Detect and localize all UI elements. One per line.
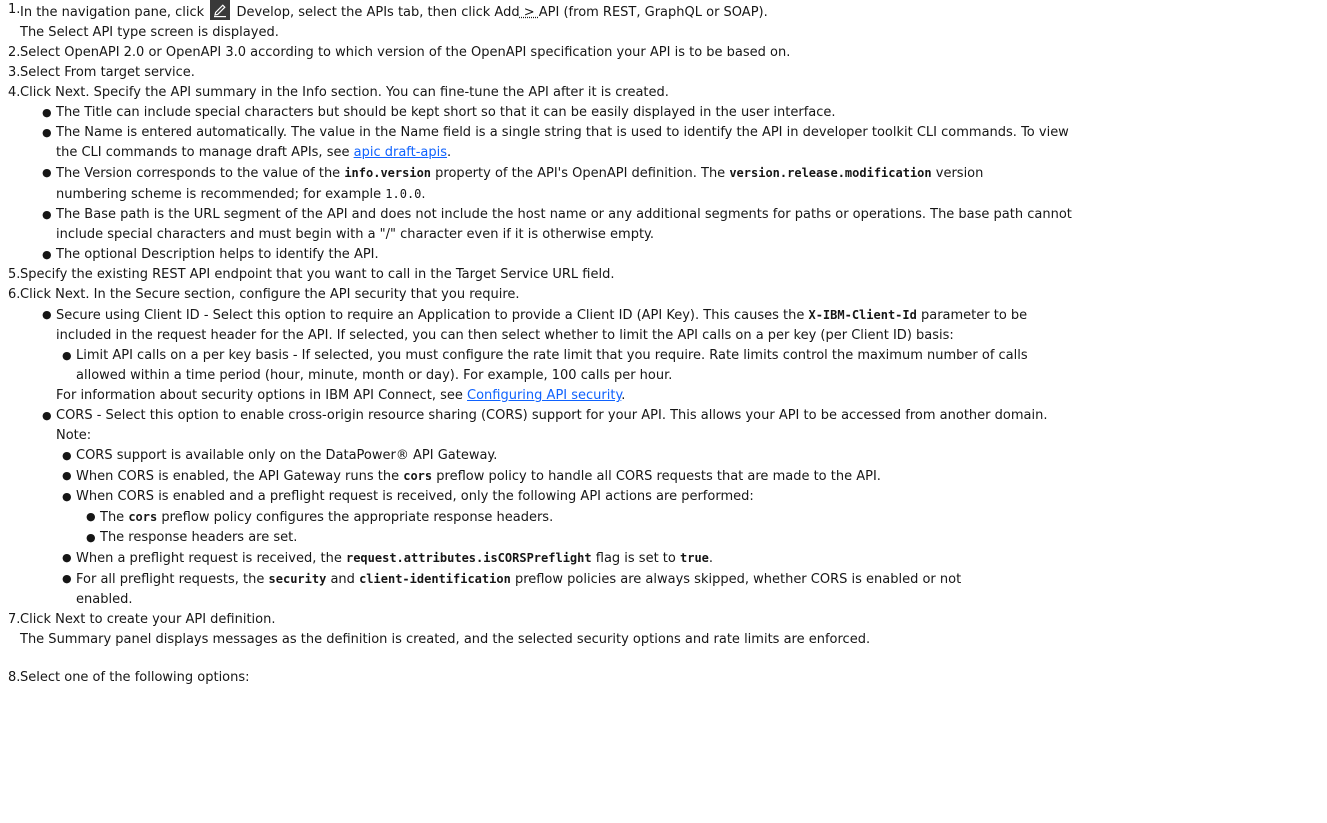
- step-4: 4. Click Next. Specify the API summary i…: [4, 83, 1323, 103]
- security-info-note: For information about security options i…: [56, 388, 626, 403]
- step-7-result: The Summary panel displays messages as t…: [20, 632, 871, 647]
- list-item-cors: ● CORS - Select this option to enable cr…: [42, 408, 1048, 443]
- bullet: ●: [62, 349, 72, 362]
- bullet: ●: [42, 166, 52, 179]
- list-item-base-path: ● The Base path is the URL segment of th…: [42, 207, 1072, 242]
- bullet: ●: [62, 449, 72, 462]
- step-5: 5. Specify the existing REST API endpoin…: [4, 265, 1323, 285]
- list-item-version: ● The Version corresponds to the value o…: [4, 163, 1323, 205]
- step-number: 4.: [8, 85, 21, 100]
- code-security: security: [268, 572, 327, 586]
- bullet: ●: [86, 531, 96, 544]
- step-number: 8.: [8, 670, 21, 685]
- bullet: ●: [42, 126, 52, 139]
- apic-draft-apis-link[interactable]: apic draft-apis: [354, 145, 447, 160]
- step-6: 6. Click Next. In the Secure section, co…: [4, 285, 1323, 305]
- code-true: true: [680, 551, 709, 565]
- bullet: ●: [42, 208, 52, 221]
- list-item-cors-action-1: ● The cors preflow policy configures the…: [4, 507, 1323, 528]
- bullet: ●: [62, 572, 72, 585]
- bullet: ●: [62, 490, 72, 503]
- list-item-client-id: ● Secure using Client ID - Select this o…: [4, 305, 1323, 346]
- step-number: 3.: [8, 65, 21, 80]
- list-item-name: ● The Name is entered automatically. The…: [42, 125, 1069, 160]
- list-item-cors-note-4: ● When a preflight request is received, …: [4, 548, 1323, 569]
- bullet: ●: [86, 510, 96, 523]
- list-item-cors-action-2: ● The response headers are set.: [4, 528, 1323, 548]
- bullet: ●: [42, 106, 52, 119]
- list-item-title: ● The Title can include special characte…: [4, 103, 1323, 123]
- step-3: 3. Select From target service.: [4, 63, 1323, 83]
- step-2: 2. Select OpenAPI 2.0 or OpenAPI 3.0 acc…: [4, 43, 1323, 63]
- code-cors: cors: [403, 469, 433, 483]
- bullet: ●: [42, 248, 52, 261]
- pencil-icon[interactable]: [210, 0, 231, 20]
- list-item-cors-note-3: ● When CORS is enabled and a preflight r…: [4, 487, 1323, 507]
- menu-separator: >: [519, 5, 539, 20]
- configuring-api-security-link[interactable]: Configuring API security: [467, 388, 621, 403]
- step-number: 6.: [8, 287, 21, 302]
- code-client-identification: client-identification: [359, 572, 511, 586]
- code-cors: cors: [128, 510, 158, 524]
- code-version-scheme: version.release.modification: [729, 166, 932, 180]
- step-8: 8. Select one of the following options:: [4, 668, 1323, 688]
- step-number: 1.: [8, 2, 21, 17]
- code-client-id-header: X-IBM-Client-Id: [808, 308, 917, 322]
- list-item-rate-limit: ● Limit API calls on a per key basis - I…: [62, 348, 1028, 383]
- procedure-steps: 1. In the navigation pane, click Develop…: [0, 0, 1327, 688]
- list-item-cors-note-1: ● CORS support is available only on the …: [4, 446, 1323, 466]
- code-info-version: info.version: [344, 166, 432, 180]
- step-number: 7.: [8, 612, 21, 627]
- code-example-version: 1.0.0: [385, 187, 422, 201]
- note-label: Note:: [56, 428, 92, 443]
- step-number: 5.: [8, 267, 21, 282]
- bullet: ●: [42, 409, 52, 422]
- step-1: 1. In the navigation pane, click Develop…: [8, 0, 768, 20]
- list-item-cors-note-5: ● For all preflight requests, the securi…: [4, 569, 1323, 610]
- list-item-cors-note-2: ● When CORS is enabled, the API Gateway …: [4, 466, 1323, 487]
- bullet: ●: [62, 469, 72, 482]
- step-number: 2.: [8, 45, 21, 60]
- list-item-description: ● The optional Description helps to iden…: [4, 245, 1323, 265]
- bullet: ●: [62, 551, 72, 564]
- step-1-result: The Select API type screen is displayed.: [20, 25, 279, 40]
- code-preflight-flag: request.attributes.isCORSPreflight: [345, 551, 592, 565]
- bullet: ●: [42, 308, 52, 321]
- step-7: 7. Click Next to create your API definit…: [4, 610, 1323, 630]
